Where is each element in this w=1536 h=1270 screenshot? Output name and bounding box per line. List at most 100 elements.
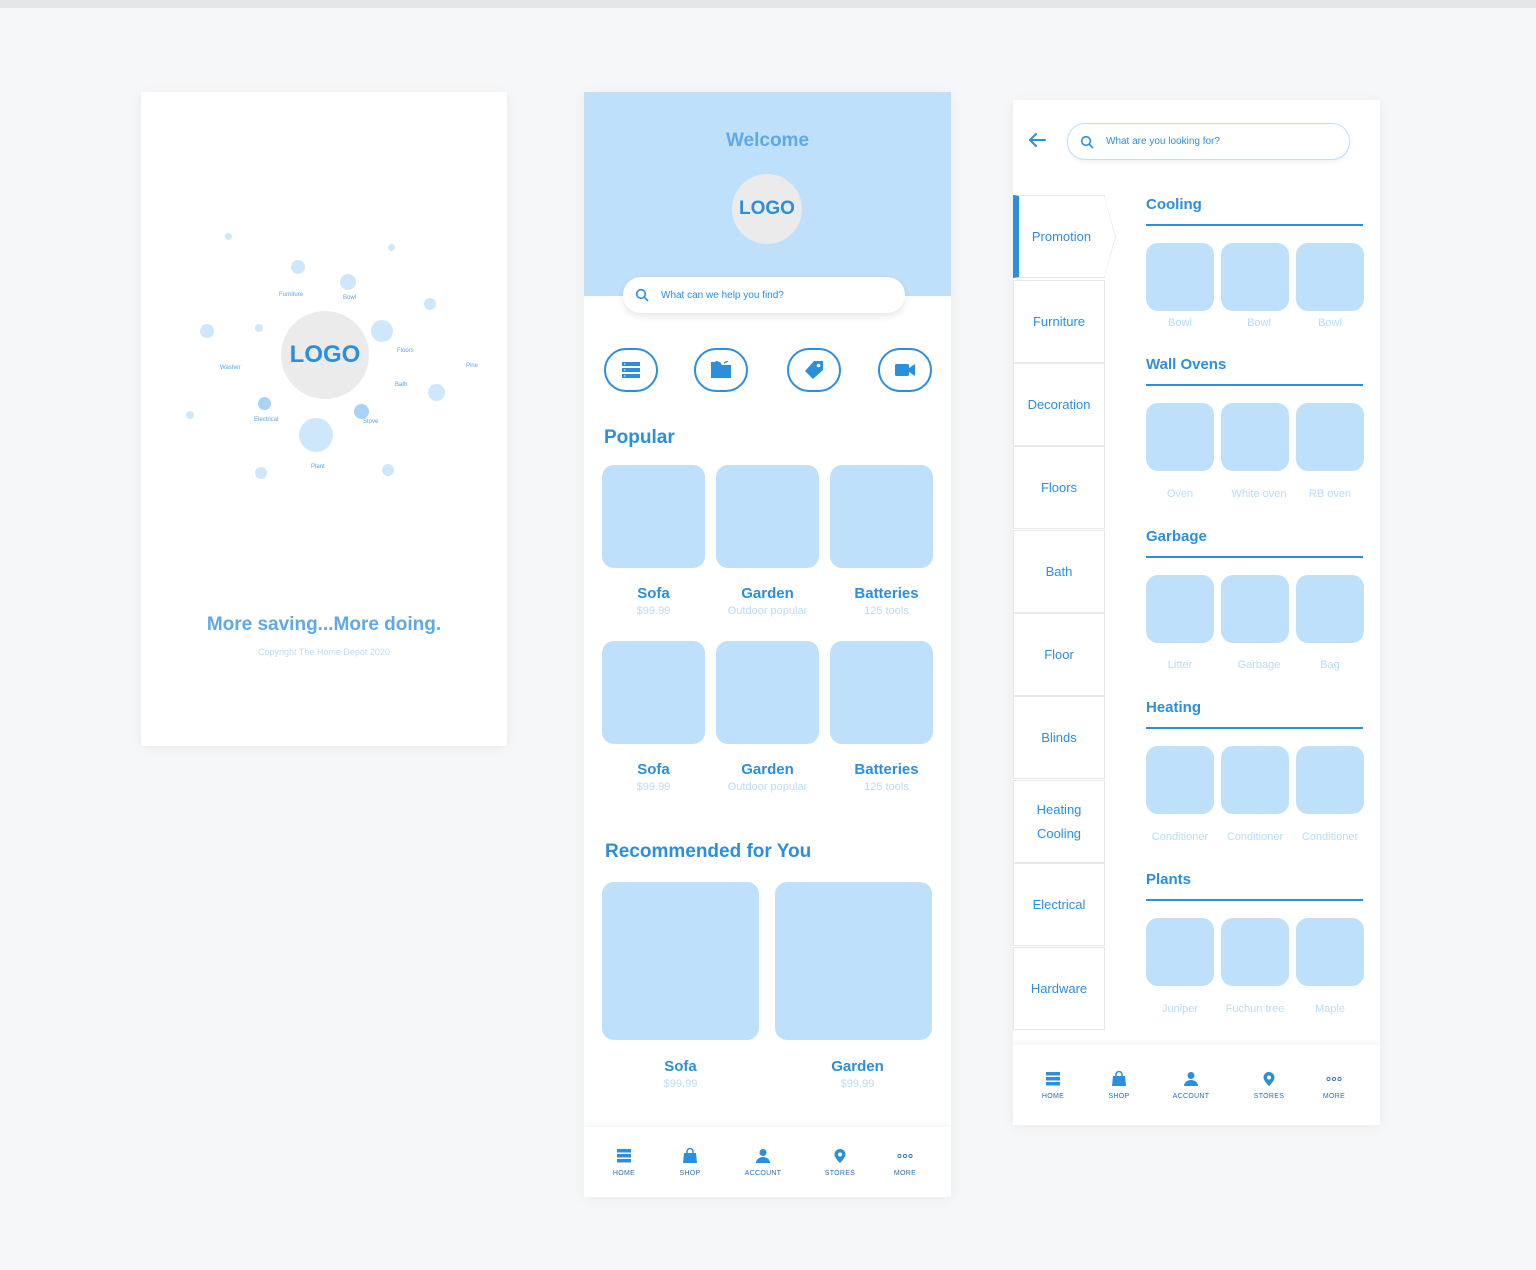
tag-icon [805, 361, 823, 379]
popular-sub: 125 tools [864, 605, 909, 617]
sidebar-item-blinds[interactable]: Blinds [1013, 696, 1105, 779]
more-dots-icon [1326, 1076, 1342, 1081]
popular-name: Garden [741, 585, 794, 602]
category-folder-button[interactable] [694, 348, 748, 392]
product-label: Bowl [1168, 317, 1192, 329]
sidebar-item-decoration[interactable]: Decoration [1013, 363, 1105, 446]
sidebar-item-promotion[interactable]: Promotion [1013, 195, 1116, 279]
shopping-bag-icon [1112, 1070, 1126, 1086]
nav-stores[interactable]: STORES [810, 1127, 870, 1197]
product-tile[interactable] [1221, 575, 1289, 643]
decor-bubble [186, 411, 194, 419]
popular-name: Batteries [854, 585, 919, 602]
search-icon [1080, 135, 1094, 148]
sidebar-item-label: Floor [1044, 646, 1074, 662]
home-screen: Welcome LOGO What can we help you find? [584, 92, 951, 1197]
back-arrow-icon[interactable] [1027, 130, 1047, 150]
recommended-tile[interactable] [775, 882, 932, 1040]
section-title: Cooling [1146, 196, 1202, 213]
sidebar-item-hardware[interactable]: Hardware [1013, 947, 1105, 1030]
home-icon [617, 1148, 631, 1162]
section-divider [1146, 556, 1363, 558]
popular-tile[interactable] [716, 465, 819, 568]
home-search-bar[interactable]: What can we help you find? [623, 277, 905, 313]
sidebar-item-label: Cooling [1036, 825, 1082, 841]
folder-icon [711, 361, 731, 378]
category-search-bar[interactable]: What are you looking for? [1067, 123, 1350, 160]
product-tile[interactable] [1146, 403, 1214, 471]
decor-bubble [371, 320, 393, 342]
home-search-input[interactable]: What can we help you find? [661, 290, 784, 301]
product-tile[interactable] [1146, 918, 1214, 986]
orbit-label: Plant [311, 464, 325, 470]
home-icon [1046, 1071, 1060, 1085]
category-search-input[interactable]: What are you looking for? [1106, 136, 1220, 147]
nav-shop[interactable]: SHOP [1089, 1045, 1149, 1125]
decor-bubble [428, 384, 445, 401]
product-label: Maple [1315, 1003, 1345, 1015]
splash-copyright: Copyright The Home Depot 2020 [258, 647, 390, 657]
popular-tile[interactable] [602, 465, 705, 568]
section-title: Plants [1146, 871, 1192, 888]
section-divider [1146, 899, 1363, 901]
account-icon [756, 1148, 770, 1163]
popular-tile[interactable] [716, 641, 819, 744]
product-tile[interactable] [1221, 918, 1289, 986]
recommended-name: Sofa [664, 1058, 697, 1075]
nav-label: STORES [824, 1169, 856, 1177]
nav-stores[interactable]: STORES [1239, 1045, 1299, 1125]
category-video-button[interactable] [878, 348, 932, 392]
sidebar-item-furniture[interactable]: Furniture [1013, 280, 1105, 363]
category-list-button[interactable] [604, 348, 658, 392]
popular-tile[interactable] [830, 641, 933, 744]
product-tile[interactable] [1296, 918, 1364, 986]
category-tag-button[interactable] [787, 348, 841, 392]
product-tile[interactable] [1221, 403, 1289, 471]
product-tile[interactable] [1221, 746, 1289, 814]
orbit-label: Electrical [254, 417, 279, 423]
product-label: White oven [1231, 488, 1287, 500]
nav-home[interactable]: HOME [1023, 1045, 1083, 1125]
home-logo: LOGO [732, 174, 802, 244]
section-title: Garbage [1146, 528, 1207, 545]
popular-tile[interactable] [602, 641, 705, 744]
nav-label: SHOP [1108, 1092, 1130, 1100]
nav-account[interactable]: ACCOUNT [728, 1127, 798, 1197]
popular-sub: $99.99 [636, 781, 671, 793]
product-label: Bowl [1247, 317, 1271, 329]
product-tile[interactable] [1296, 243, 1364, 311]
section-title: Heating [1146, 699, 1202, 716]
orbit-label: Washer [220, 365, 241, 371]
product-tile[interactable] [1146, 575, 1214, 643]
account-icon [1184, 1071, 1198, 1086]
orbit-label: Pine [466, 363, 479, 369]
popular-sub: Outdoor popular [727, 605, 808, 617]
section-title: Wall Ovens [1146, 356, 1227, 373]
product-tile[interactable] [1296, 403, 1364, 471]
product-tile[interactable] [1296, 746, 1364, 814]
product-tile[interactable] [1146, 746, 1214, 814]
decor-bubble [255, 324, 263, 332]
sidebar-item-label: Bath [1045, 563, 1073, 579]
decor-bubble [382, 464, 394, 476]
sidebar-item-floor[interactable]: Floor [1013, 613, 1105, 696]
location-pin-icon [834, 1148, 846, 1163]
product-tile[interactable] [1146, 243, 1214, 311]
sidebar-item-electrical[interactable]: Electrical [1013, 863, 1105, 946]
nav-more[interactable]: MORE [1304, 1045, 1364, 1125]
recommended-tile[interactable] [602, 882, 759, 1040]
nav-home[interactable]: HOME [594, 1127, 654, 1197]
sidebar-item-bath[interactable]: Bath [1013, 530, 1105, 613]
sidebar-item-heating-cooling[interactable]: Heating Cooling [1013, 780, 1105, 863]
product-label: Litter [1167, 659, 1193, 671]
nav-account[interactable]: ACCOUNT [1156, 1045, 1226, 1125]
nav-label: HOME [612, 1169, 636, 1177]
product-tile[interactable] [1296, 575, 1364, 643]
product-tile[interactable] [1221, 243, 1289, 311]
popular-tile[interactable] [830, 465, 933, 568]
popular-title: Popular [604, 427, 675, 448]
nav-shop[interactable]: SHOP [660, 1127, 720, 1197]
recommended-name: Garden [831, 1058, 884, 1075]
nav-more[interactable]: MORE [875, 1127, 935, 1197]
sidebar-item-floors[interactable]: Floors [1013, 446, 1105, 529]
